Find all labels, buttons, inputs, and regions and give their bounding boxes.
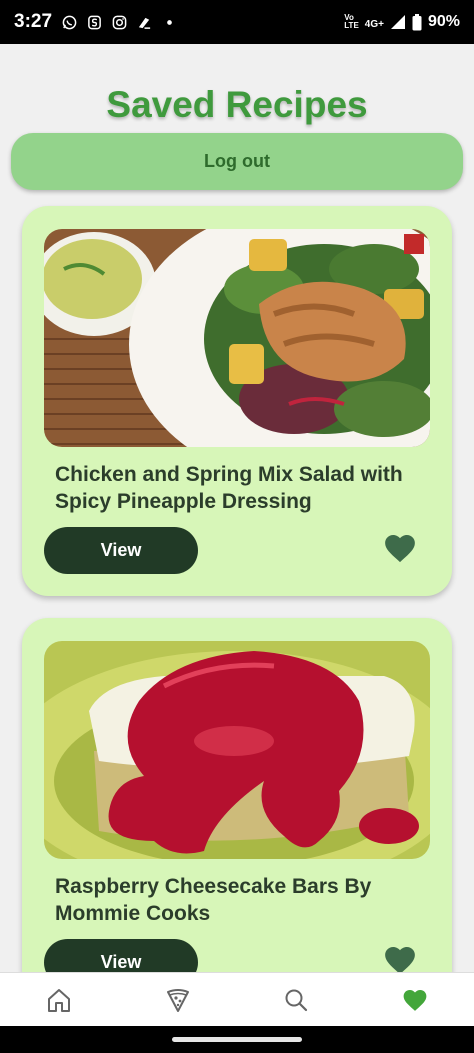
status-bar: 3:27 Vo LTE 4G+ 90%	[0, 0, 474, 44]
battery-icon	[412, 13, 422, 30]
salad-photo	[44, 229, 430, 447]
home-icon	[48, 988, 71, 1012]
network-type: 4G+	[364, 19, 384, 30]
recipe-card: Raspberry Cheesecake Bars By Mommie Cook…	[22, 618, 452, 972]
pen-icon	[138, 17, 151, 29]
search-icon	[285, 989, 308, 1011]
volte-line2: LTE	[344, 21, 359, 30]
recipe-title: Chicken and Spring Mix Salad with Spicy …	[55, 463, 403, 513]
battery-percent: 90%	[427, 13, 460, 30]
s-icon	[88, 15, 101, 29]
saved-recipes-page: Saved Recipes Log out Chicken and Spring…	[0, 44, 474, 972]
heart-icon[interactable]	[383, 532, 417, 564]
volte-indicator: Vo LTE	[344, 14, 359, 30]
recipe-card: Chicken and Spring Mix Salad with Spicy …	[22, 206, 452, 596]
signal-icon	[390, 15, 405, 29]
nav-search[interactable]	[237, 973, 355, 1027]
page-title: Saved Recipes	[106, 84, 368, 125]
dot-icon	[167, 19, 172, 25]
heart-icon[interactable]	[383, 944, 417, 972]
nav-home[interactable]	[0, 973, 118, 1027]
recipe-title: Raspberry Cheesecake Bars By Mommie Cook…	[55, 875, 372, 925]
nav-pizza[interactable]	[119, 973, 237, 1027]
whatsapp-icon	[62, 15, 77, 29]
pizza-icon	[166, 988, 189, 1012]
heart-icon	[403, 989, 427, 1011]
cheesecake-photo	[44, 641, 430, 859]
view-button[interactable]: View	[44, 939, 198, 972]
view-button[interactable]: View	[44, 527, 198, 574]
nav-favorites[interactable]	[356, 973, 474, 1027]
bottom-nav	[0, 972, 474, 1026]
logout-button[interactable]: Log out	[11, 133, 463, 190]
system-nav-bar	[0, 1026, 474, 1053]
home-gesture-pill[interactable]	[172, 1037, 302, 1042]
status-time: 3:27	[14, 11, 53, 32]
instagram-icon	[112, 15, 127, 29]
